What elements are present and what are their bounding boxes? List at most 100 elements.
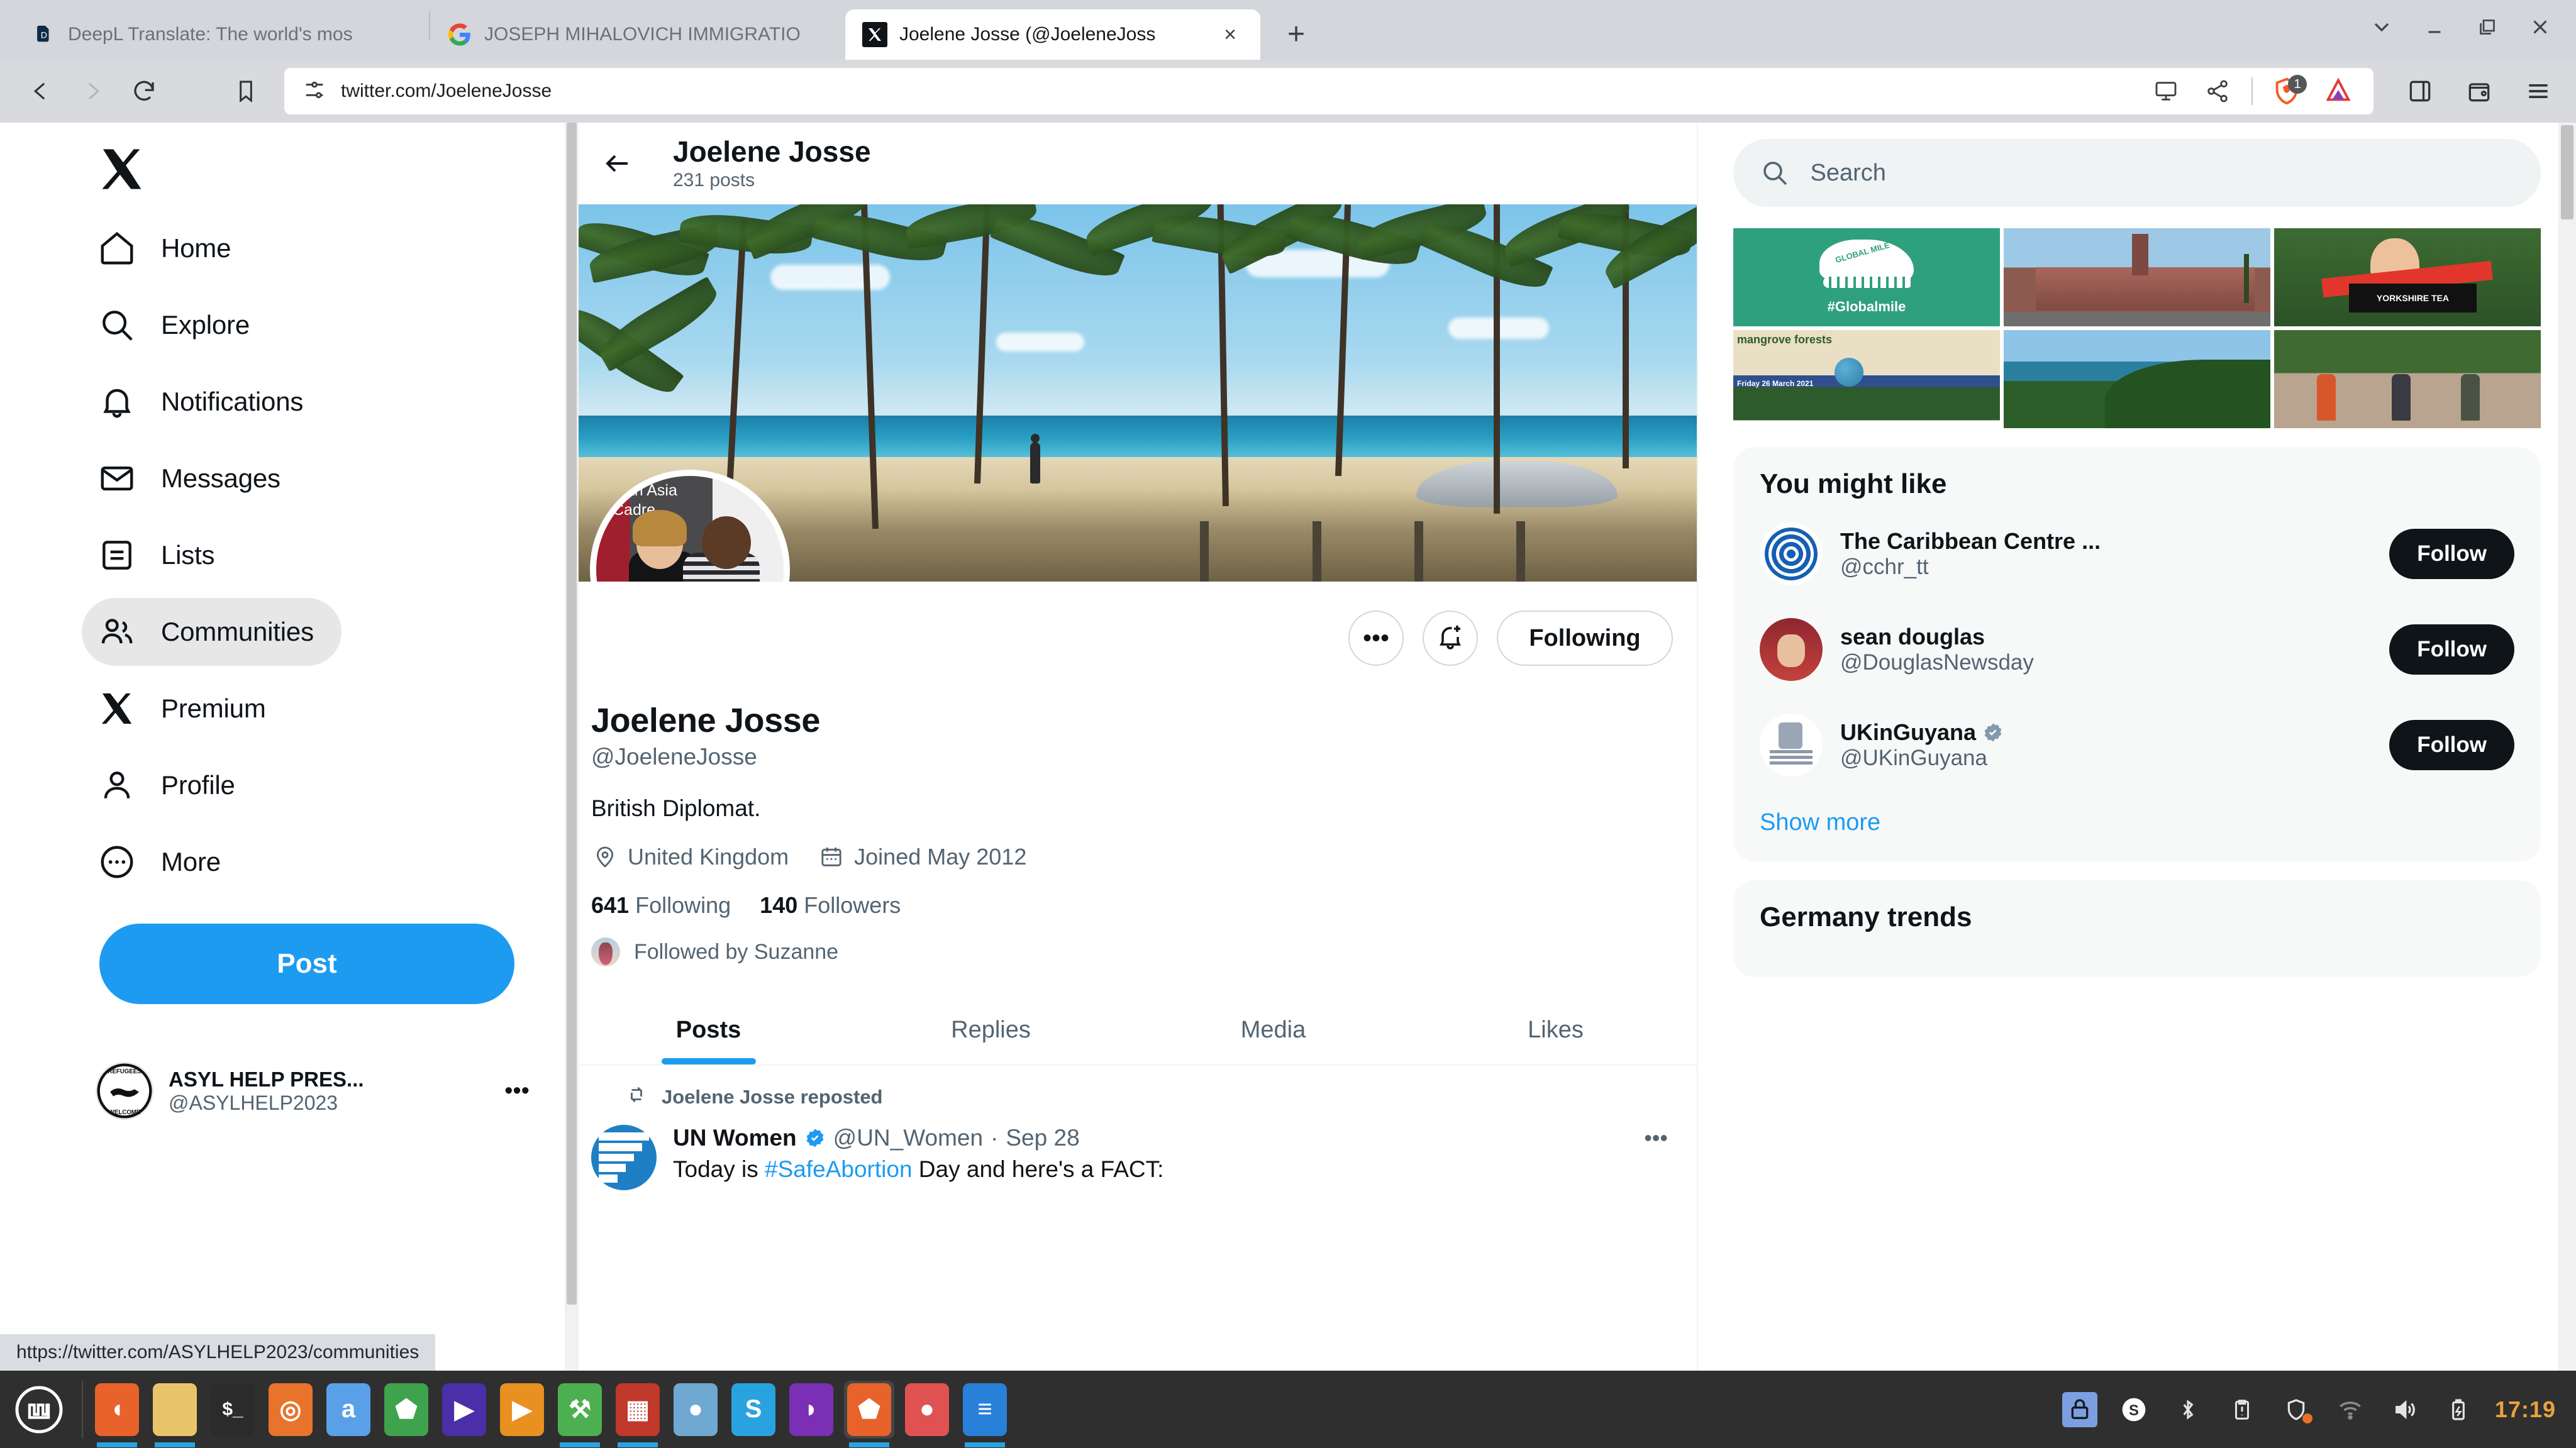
- screenshot-icon[interactable]: [2062, 1391, 2097, 1427]
- left-scrollbar[interactable]: [565, 123, 579, 1371]
- taskbar-app-atom[interactable]: a: [323, 1381, 374, 1439]
- browser-tab-deepl[interactable]: D DeepL Translate: The world's mos: [14, 9, 429, 60]
- tab-likes[interactable]: Likes: [1414, 995, 1697, 1064]
- brave-shields-icon[interactable]: 1: [2269, 74, 2307, 109]
- taskbar-app-files[interactable]: [150, 1381, 200, 1447]
- page-scrollbar-thumb[interactable]: [2561, 125, 2573, 219]
- tropical-bay-coastline-photo[interactable]: [2004, 330, 2270, 428]
- red-house-building-photo[interactable]: [2004, 228, 2270, 326]
- sidebar-item-more[interactable]: More: [82, 828, 248, 896]
- account-more-icon[interactable]: •••: [504, 1078, 536, 1105]
- minimize-icon[interactable]: [2410, 5, 2459, 49]
- notify-button[interactable]: [1423, 611, 1478, 666]
- taskbar-app-skype[interactable]: S: [728, 1381, 779, 1439]
- search-input[interactable]: [1810, 159, 2514, 187]
- sidebar-item-messages[interactable]: Messages: [82, 445, 308, 512]
- taskbar-app-text-editor[interactable]: ≡: [960, 1381, 1010, 1447]
- back-arrow-icon[interactable]: [591, 137, 644, 190]
- sidebar-item-home[interactable]: Home: [82, 214, 258, 282]
- post-item[interactable]: UN Women @UN_Women · Sep 28 ••• Today is…: [591, 1125, 1673, 1190]
- follow-button[interactable]: Follow: [2389, 720, 2514, 770]
- taskbar-app-terminal[interactable]: $_: [208, 1381, 258, 1439]
- account-switcher[interactable]: REFUGEES WELCOME ASYL HELP PRES... @ASYL…: [96, 1062, 536, 1120]
- menu-icon[interactable]: [2518, 71, 2558, 111]
- skype-tray-icon[interactable]: S: [2116, 1392, 2151, 1427]
- followers-stat[interactable]: 140 Followers: [760, 892, 901, 919]
- site-settings-icon[interactable]: [302, 77, 327, 106]
- post-hashtag[interactable]: #SafeAbortion: [765, 1156, 913, 1182]
- profile-avatar[interactable]: outh Asia Cadre: [590, 470, 790, 582]
- taskbar-app-brave[interactable]: ⬟: [844, 1380, 894, 1447]
- browser-tab-twitter[interactable]: Joelene Josse (@JoeleneJoss ×: [845, 9, 1260, 60]
- taskbar-app-blender[interactable]: ◎: [265, 1381, 316, 1439]
- follow-button[interactable]: Follow: [2389, 624, 2514, 675]
- taskbar-app-shield[interactable]: ⬟: [381, 1381, 431, 1439]
- sidebar-item-notifications[interactable]: Notifications: [82, 368, 331, 436]
- back-arrow-icon[interactable]: [18, 68, 64, 114]
- suggestion-row[interactable]: The Caribbean Centre ... @cchr_tt Follow: [1733, 506, 2541, 602]
- forward-arrow-icon[interactable]: [69, 68, 116, 114]
- page-scrollbar[interactable]: [2558, 123, 2576, 1371]
- post-author-avatar[interactable]: [591, 1125, 657, 1190]
- following-stat[interactable]: 641 Following: [591, 892, 731, 919]
- close-icon[interactable]: ×: [1216, 21, 1244, 48]
- reload-icon[interactable]: [121, 68, 167, 114]
- cchr-logo-avatar[interactable]: [1760, 522, 1823, 585]
- taskbar-app-media-player[interactable]: ▶: [439, 1381, 489, 1439]
- bluetooth-icon[interactable]: [2170, 1392, 2206, 1427]
- globalmile-shoe-graphic[interactable]: GLOBAL MILE #Globalmile: [1733, 228, 2000, 326]
- x-logo-icon[interactable]: [93, 140, 151, 198]
- sidebar-item-communities[interactable]: Communities: [82, 598, 341, 666]
- sidebar-item-profile[interactable]: Profile: [82, 751, 263, 819]
- address-bar[interactable]: twitter.com/JoeleneJosse 1: [284, 68, 2373, 114]
- volume-icon[interactable]: [2387, 1392, 2422, 1427]
- tab-media[interactable]: Media: [1132, 995, 1414, 1064]
- search-box[interactable]: [1733, 139, 2541, 207]
- taskbar-app-tools[interactable]: ⚒: [555, 1381, 605, 1447]
- taskbar-app-vlc[interactable]: ▶: [497, 1381, 547, 1439]
- follow-button[interactable]: Follow: [2389, 529, 2514, 579]
- followed-by-row[interactable]: Followed by Suzanne: [591, 937, 1673, 966]
- sidebar-item-premium[interactable]: Premium: [82, 675, 294, 743]
- post-more-icon[interactable]: •••: [1644, 1125, 1673, 1151]
- taskbar-clock[interactable]: 17:19: [2495, 1396, 2556, 1423]
- suggestion-row[interactable]: UKinGuyana @UKinGuyana Follow: [1733, 697, 2541, 793]
- clipboard-icon[interactable]: [2224, 1392, 2260, 1427]
- cast-icon[interactable]: [2148, 74, 2184, 109]
- sean-douglas-avatar[interactable]: [1760, 618, 1823, 681]
- taskbar-app-purple[interactable]: ◗: [786, 1381, 836, 1439]
- shield-tray-icon[interactable]: [2279, 1392, 2314, 1427]
- wallet-icon[interactable]: [2459, 71, 2499, 111]
- award-recipients-group-photo[interactable]: [2274, 330, 2541, 428]
- browser-tab-google[interactable]: JOSEPH MIHALOVICH IMMIGRATIO: [430, 9, 845, 60]
- taskbar-app-brick[interactable]: ▦: [613, 1381, 663, 1447]
- bookmark-icon[interactable]: [223, 68, 269, 114]
- close-icon[interactable]: [2516, 5, 2565, 49]
- linux-mint-menu-icon[interactable]: [10, 1381, 68, 1439]
- taskbar-app-firefox[interactable]: ◖: [92, 1381, 142, 1447]
- share-icon[interactable]: [2200, 74, 2235, 109]
- cover-photo[interactable]: outh Asia Cadre: [567, 204, 1697, 582]
- battery-icon[interactable]: [2441, 1392, 2476, 1427]
- show-more-link[interactable]: Show more: [1733, 793, 2541, 861]
- new-tab-button[interactable]: +: [1274, 12, 1318, 56]
- brave-rewards-icon[interactable]: [2321, 74, 2356, 109]
- mangrove-forests-poster[interactable]: mangrove forests Friday 26 March 2021: [1733, 330, 2000, 428]
- more-options-button[interactable]: •••: [1348, 611, 1404, 666]
- taskbar-app-audio-recorder[interactable]: ●: [902, 1381, 952, 1439]
- restore-icon[interactable]: [2463, 5, 2512, 49]
- post-button[interactable]: Post: [99, 924, 514, 1004]
- taskbar-app-water[interactable]: ●: [670, 1381, 721, 1439]
- wifi-icon[interactable]: [2333, 1392, 2368, 1427]
- following-button[interactable]: Following: [1497, 611, 1673, 666]
- yorkshire-tea-woman-photo[interactable]: YORKSHIRE TEA: [2274, 228, 2541, 326]
- tab-posts[interactable]: Posts: [567, 995, 850, 1064]
- left-scrollbar-thumb[interactable]: [567, 123, 577, 1305]
- tab-replies[interactable]: Replies: [850, 995, 1132, 1064]
- suggestion-row[interactable]: sean douglas @DouglasNewsday Follow: [1733, 602, 2541, 697]
- sidebar-item-explore[interactable]: Explore: [82, 291, 277, 359]
- chevron-down-icon[interactable]: [2357, 5, 2406, 49]
- sidebar-item-lists[interactable]: Lists: [82, 521, 242, 589]
- sidebar-icon[interactable]: [2400, 71, 2440, 111]
- ukinguyana-crest-avatar[interactable]: [1760, 714, 1823, 777]
